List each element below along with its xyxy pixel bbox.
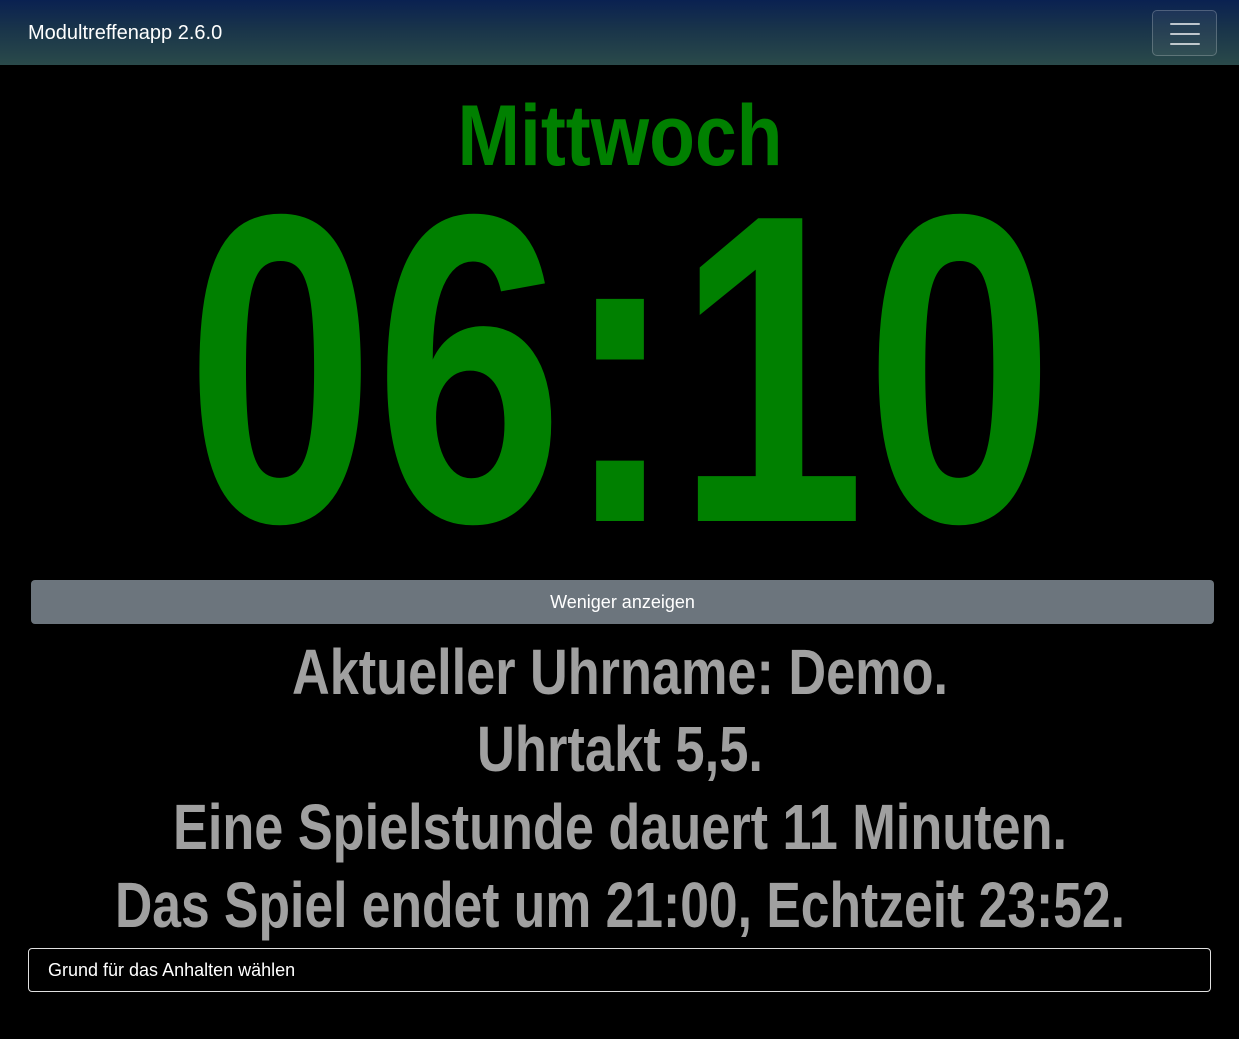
- hamburger-menu-icon: [1170, 23, 1200, 25]
- clock-display: Mittwoch 06:10: [186, 88, 1054, 565]
- app-title[interactable]: Modultreffenapp 2.6.0: [28, 21, 222, 45]
- info-line-game-hour: Eine Spielstunde dauert 11 Minuten.: [173, 791, 1067, 863]
- menu-toggle-button[interactable]: [1152, 10, 1217, 56]
- halt-reason-select[interactable]: Grund für das Anhalten wählen: [28, 948, 1211, 992]
- info-line-clock-name: Aktueller Uhrname: Demo.: [292, 636, 948, 708]
- info-line-clock-rate: Uhrtakt 5,5.: [477, 713, 763, 785]
- navbar: Modultreffenapp 2.6.0: [0, 0, 1239, 65]
- clock-info: Aktueller Uhrname: Demo. Uhrtakt 5,5. Ei…: [115, 636, 1125, 941]
- halt-reason-selected-value: Grund für das Anhalten wählen: [48, 960, 296, 980]
- time-label: 06:10: [186, 124, 1054, 565]
- show-less-button[interactable]: Weniger anzeigen: [31, 580, 1214, 624]
- info-line-game-end: Das Spiel endet um 21:00, Echtzeit 23:52…: [115, 869, 1125, 941]
